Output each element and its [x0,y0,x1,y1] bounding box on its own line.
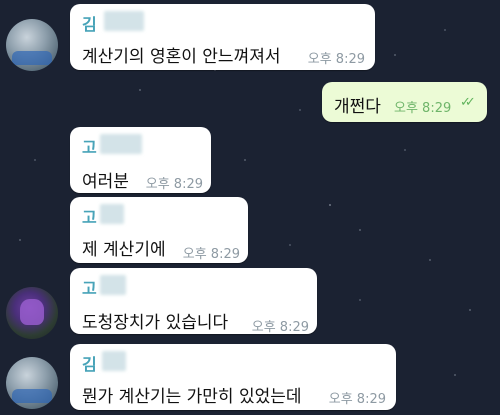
message-text: 여러분 [82,172,129,192]
avatar-kim[interactable] [6,357,58,409]
message-time: 오후 8:29 [328,392,386,407]
message-bubble-incoming[interactable]: 고 여러분 오후 8:29 [70,127,211,193]
message-bubble-incoming[interactable]: 고 제 계산기에 오후 8:29 [70,197,248,263]
redacted-name [100,204,124,224]
message-time: 오후 8:29 [182,247,240,262]
message-bubble-outgoing[interactable]: 개쩐다 오후 8:29 ✓✓ [322,82,487,122]
message-time: 오후 8:29 [307,52,365,67]
message-text: 제 계산기에 [82,240,166,260]
message-text: 계산기의 영혼이 안느껴져서 [82,47,281,67]
redacted-name [100,134,142,154]
redacted-name [102,351,126,371]
message-bubble-incoming[interactable]: 고 도청장치가 있습니다 오후 8:29 [70,268,317,335]
sender-name: 고 [82,138,97,157]
sender-name: 고 [82,208,97,227]
message-time: 오후 8:29 [394,101,452,116]
message-text: 뭔가 계산기는 가만히 있었는데 [82,387,302,407]
sender-name: 김 [82,15,97,34]
message-text: 개쩐다 [334,97,381,117]
sender-name: 고 [82,279,97,298]
redacted-name [104,11,144,31]
avatar-kim[interactable] [6,19,58,71]
message-text: 도청장치가 있습니다 [82,313,229,333]
sender-name: 김 [82,355,97,374]
message-time: 오후 8:29 [145,177,203,192]
double-check-icon: ✓✓ [460,95,476,110]
message-bubble-incoming[interactable]: 김 계산기의 영혼이 안느껴져서 오후 8:29 [70,4,375,70]
message-bubble-incoming[interactable]: 김 뭔가 계산기는 가만히 있었는데 오후 8:29 [70,344,396,410]
message-time: 오후 8:29 [251,320,309,335]
redacted-name [100,275,126,295]
avatar-go[interactable] [6,287,58,339]
